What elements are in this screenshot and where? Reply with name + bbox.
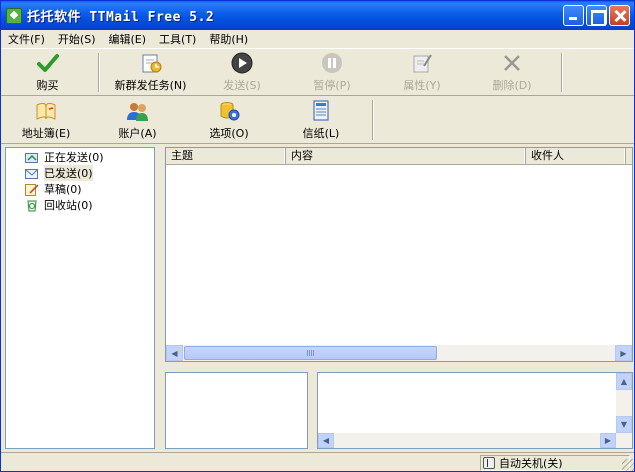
properties-icon — [410, 52, 434, 74]
scroll-left-icon[interactable]: ◀ — [166, 345, 183, 361]
new-task-icon — [139, 52, 163, 74]
address-book-button[interactable]: 地址簿(E) — [1, 97, 91, 143]
menu-file[interactable]: 文件(F) — [1, 31, 51, 47]
main-toolbar: 购买 新群发任务(N) 发送(S) 暂停(P) 属性(Y) 删除(D) — [1, 50, 634, 96]
preview-right-pane[interactable]: ▲ ▼ ◀ ▶ — [317, 372, 633, 449]
address-book-icon — [34, 100, 58, 122]
folder-tree: 正在发送(0) 已发送(0) 草稿(0) 回收站(0) — [5, 147, 155, 449]
tree-item-recycle-bin[interactable]: 回收站(0) — [6, 197, 154, 213]
status-bar: 自动关机(关) — [1, 452, 634, 471]
properties-button[interactable]: 属性(Y) — [377, 50, 467, 95]
scroll-right-icon[interactable]: ▶ — [600, 433, 616, 448]
letterhead-button[interactable]: 信纸(L) — [274, 97, 368, 143]
main-window: 托托软件 TTMail Free 5.2 文件(F) 开始(S) 编辑(E) 工… — [0, 0, 635, 472]
send-button[interactable]: 发送(S) — [197, 50, 287, 95]
maximize-button[interactable] — [586, 5, 607, 26]
secondary-toolbar: 地址簿(E) 账户(A) 选项(O) 信纸(L) — [1, 97, 634, 144]
drafts-folder-icon — [25, 183, 39, 196]
app-icon[interactable] — [6, 7, 22, 24]
mail-list[interactable]: 主题 内容 收件人 ◀ ▶ — [165, 147, 633, 362]
new-task-button[interactable]: 新群发任务(N) — [104, 50, 197, 95]
options-button[interactable]: 选项(O) — [184, 97, 274, 143]
menu-help[interactable]: 帮助(H) — [202, 31, 254, 47]
preview-vertical-scrollbar[interactable]: ▲ ▼ — [616, 373, 632, 433]
sending-folder-icon — [25, 152, 38, 163]
users-icon — [126, 100, 150, 122]
tree-item-sending[interactable]: 正在发送(0) — [6, 149, 154, 165]
pause-button[interactable]: 暂停(P) — [287, 50, 377, 95]
scroll-right-icon[interactable]: ▶ — [615, 345, 632, 361]
menu-start[interactable]: 开始(S) — [51, 31, 102, 47]
title-bar[interactable]: 托托软件 TTMail Free 5.2 — [1, 1, 634, 30]
column-recipient[interactable]: 收件人 — [526, 148, 626, 164]
sent-folder-icon — [25, 168, 38, 179]
auto-shutdown-status[interactable]: 自动关机(关) — [480, 455, 630, 471]
power-icon — [483, 457, 495, 469]
play-icon — [230, 52, 254, 74]
column-subject[interactable]: 主题 — [166, 148, 286, 164]
menu-tools[interactable]: 工具(T) — [152, 31, 202, 47]
window-title: 托托软件 TTMail Free 5.2 — [27, 10, 215, 25]
account-button[interactable]: 账户(A) — [91, 97, 184, 143]
checkmark-icon — [36, 52, 60, 74]
tree-item-sent[interactable]: 已发送(0) — [6, 165, 154, 181]
pause-icon — [320, 52, 344, 74]
toolbar-separator — [98, 53, 100, 92]
scrollbar-thumb[interactable] — [184, 346, 437, 360]
close-button[interactable] — [609, 5, 630, 26]
recycle-bin-icon — [27, 200, 37, 211]
mail-list-header: 主题 内容 收件人 — [166, 148, 632, 165]
window-controls — [563, 5, 630, 26]
delete-button[interactable]: 删除(D) — [467, 50, 557, 95]
minimize-button[interactable] — [563, 5, 584, 26]
column-content[interactable]: 内容 — [286, 148, 526, 164]
options-gear-icon — [217, 100, 241, 122]
delete-x-icon — [500, 52, 524, 74]
menu-bar: 文件(F) 开始(S) 编辑(E) 工具(T) 帮助(H) — [1, 30, 634, 49]
toolbar-separator — [561, 53, 563, 92]
scroll-left-icon[interactable]: ◀ — [318, 433, 334, 448]
tree-item-drafts[interactable]: 草稿(0) — [6, 181, 154, 197]
preview-horizontal-scrollbar[interactable]: ◀ ▶ — [318, 433, 632, 448]
letterhead-icon — [309, 100, 333, 122]
scroll-down-icon[interactable]: ▼ — [616, 416, 632, 433]
buy-button[interactable]: 购买 — [1, 50, 94, 95]
resize-grip[interactable] — [622, 459, 634, 471]
menu-edit[interactable]: 编辑(E) — [102, 31, 153, 47]
preview-left-pane — [165, 372, 308, 449]
toolbar-separator — [372, 100, 374, 140]
scroll-up-icon[interactable]: ▲ — [616, 373, 632, 390]
mail-list-horizontal-scrollbar[interactable]: ◀ ▶ — [166, 345, 632, 361]
